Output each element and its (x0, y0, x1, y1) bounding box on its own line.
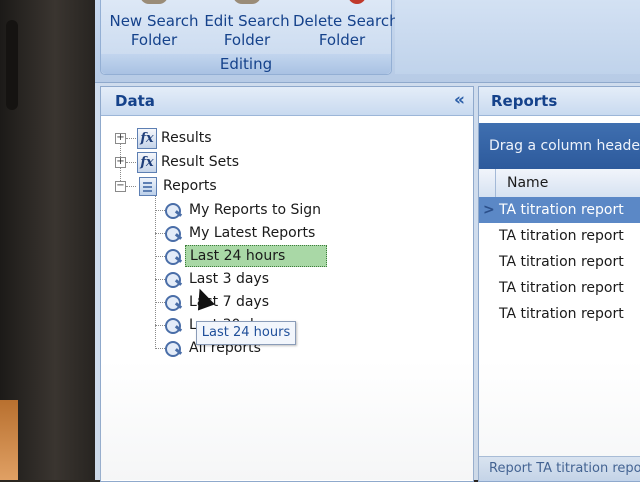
reports-pane-title: Reports (491, 92, 558, 110)
data-pane-title: Data (115, 92, 155, 110)
table-row[interactable]: TA titration report (479, 249, 640, 275)
report-footer: Report TA titration repo (479, 456, 640, 481)
group-by-panel[interactable]: Drag a column header h (479, 123, 640, 169)
tree-connector (126, 162, 136, 163)
ribbon-group-editing: New Search Folder Edit Search Folder Del… (100, 0, 399, 75)
ribbon-empty-area (395, 0, 640, 74)
edit-folder-icon (233, 0, 261, 4)
tree-node-result-sets[interactable]: + fx Result Sets (115, 151, 315, 173)
expand-icon[interactable]: + (115, 157, 126, 168)
tree-node-label: Last 3 days (189, 271, 270, 287)
table-cell-name: TA titration report (499, 228, 624, 244)
column-header-name[interactable]: Name (507, 175, 548, 191)
search-folder-icon (163, 294, 183, 311)
row-header-column (479, 169, 496, 197)
tree-node-label-selected: Last 24 hours (185, 245, 327, 267)
search-folder-icon (163, 202, 183, 219)
new-search-folder-label-2: Folder (130, 31, 178, 49)
expand-icon[interactable]: + (115, 133, 126, 144)
grid-column-header: Name (479, 169, 640, 198)
reports-pane: Reports Drag a column header h Name > TA… (478, 86, 640, 482)
tree-node-reports[interactable]: − Reports (115, 175, 315, 197)
new-search-folder-label-1: New Search (109, 12, 199, 30)
tree-node-my-reports-to-sign[interactable]: My Reports to Sign (155, 199, 405, 221)
table-row[interactable]: > TA titration report (479, 197, 640, 223)
table-row[interactable]: TA titration report (479, 301, 640, 327)
tree-node-last-24-hours[interactable]: Last 24 hours (155, 245, 405, 267)
collapse-icon[interactable]: − (115, 181, 126, 192)
tree-node-results[interactable]: + fx Results (115, 127, 315, 149)
tree-node-label: Reports (163, 178, 217, 194)
edit-search-folder-label-1: Edit Search (204, 12, 290, 30)
formula-icon: fx (137, 128, 157, 149)
tree-node-label: My Reports to Sign (189, 202, 322, 218)
background-object (0, 400, 18, 480)
ribbon-group-label: Editing (101, 54, 391, 74)
edit-search-folder-button[interactable]: Edit Search Folder (201, 0, 293, 52)
current-row-icon: > (483, 202, 495, 218)
search-folder-icon (163, 340, 183, 357)
new-folder-icon (140, 0, 168, 4)
search-folder-icon (163, 248, 183, 265)
delete-folder-icon (348, 0, 366, 4)
application-window: New Search Folder Edit Search Folder Del… (95, 0, 640, 482)
formula-set-icon: fx (137, 152, 157, 173)
delete-search-folder-button[interactable]: Delete Search Folder (293, 0, 399, 52)
delete-search-folder-label-1: Delete Search (293, 12, 399, 30)
table-row[interactable]: TA titration report (479, 275, 640, 301)
edit-search-folder-label-2: Folder (223, 31, 271, 49)
data-pane: Data « + fx Results + fx Result Sets − R… (100, 86, 474, 482)
tree-node-label: Results (161, 130, 212, 146)
delete-search-folder-label-2: Folder (318, 31, 366, 49)
table-cell-name: TA titration report (499, 306, 624, 322)
table-cell-name: TA titration report (499, 280, 624, 296)
ribbon: New Search Folder Edit Search Folder Del… (95, 0, 640, 83)
table-row[interactable]: TA titration report (479, 223, 640, 249)
tooltip: Last 24 hours (196, 321, 296, 345)
data-tree: + fx Results + fx Result Sets − Reports (101, 123, 473, 423)
tree-node-last-3-days[interactable]: Last 3 days (155, 268, 405, 290)
search-folder-icon (163, 271, 183, 288)
search-folder-icon (163, 317, 183, 334)
tree-node-label: Result Sets (161, 154, 239, 170)
monitor-bezel (0, 0, 100, 480)
reports-pane-header: Reports (479, 87, 640, 116)
tree-node-my-latest-reports[interactable]: My Latest Reports (155, 222, 405, 244)
table-cell-name: TA titration report (499, 254, 624, 270)
tree-node-label: My Latest Reports (189, 225, 316, 241)
search-folder-icon (163, 225, 183, 242)
tree-connector (126, 186, 136, 187)
bezel-ridge (6, 20, 18, 110)
tree-connector (126, 138, 136, 139)
collapse-pane-icon[interactable]: « (454, 90, 465, 110)
table-cell-name: TA titration report (499, 202, 624, 218)
data-pane-header: Data « (101, 87, 473, 116)
new-search-folder-button[interactable]: New Search Folder (109, 0, 199, 52)
report-icon (139, 177, 157, 196)
